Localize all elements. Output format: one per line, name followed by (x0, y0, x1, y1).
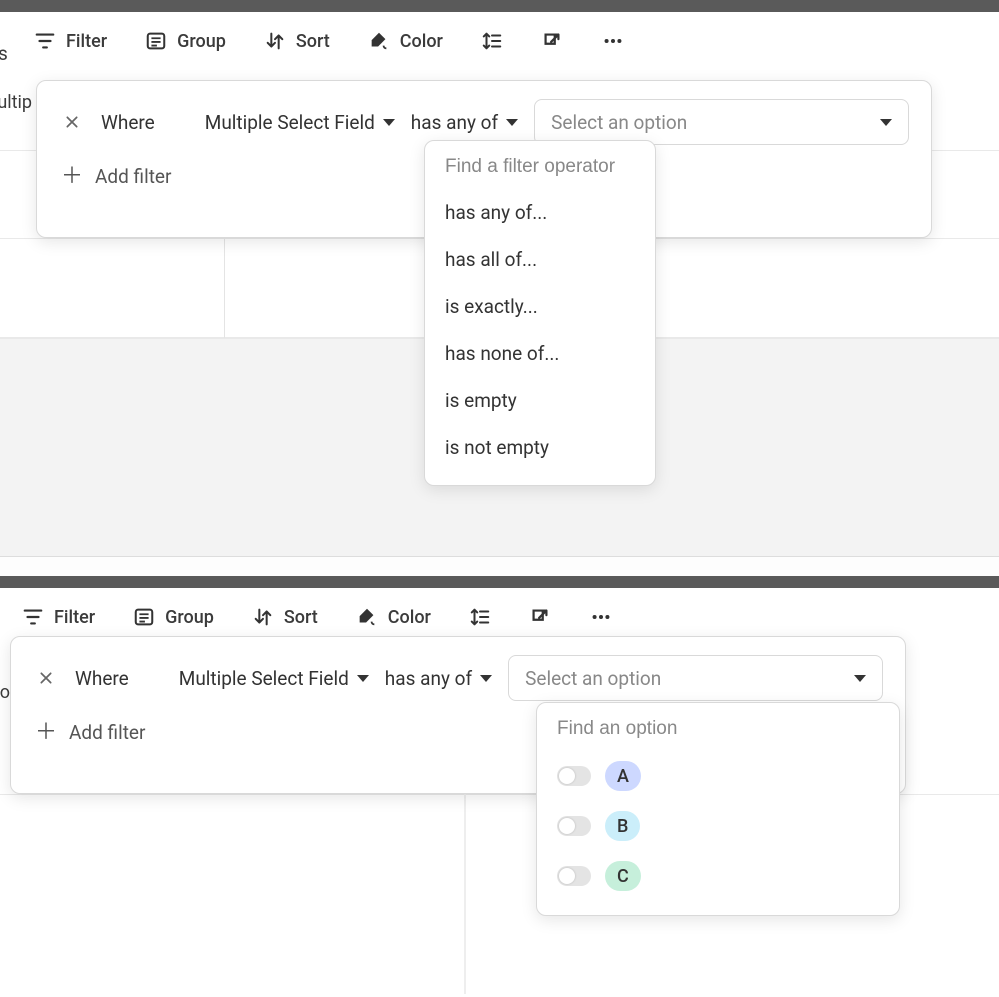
operator-search[interactable] (425, 151, 655, 189)
row-height-icon (469, 606, 491, 628)
sort-icon (252, 606, 274, 628)
color-icon (356, 606, 378, 628)
remove-filter-button[interactable] (59, 109, 85, 135)
filter-operator-value: has any of (385, 667, 472, 690)
sort-icon (264, 30, 286, 52)
filter-field-value: Multiple Select Field (179, 667, 349, 690)
filter-condition-row: Where Multiple Select Field has any of S… (11, 637, 905, 707)
group-tool[interactable]: Group (133, 606, 214, 628)
operator-option[interactable]: has all of... (425, 236, 655, 283)
operator-dropdown-menu: has any of... has all of... is exactly..… (424, 140, 656, 486)
option-toggle[interactable] (557, 866, 591, 886)
group-label: Group (165, 607, 214, 628)
filter-label: Filter (54, 607, 95, 628)
share-view-tool[interactable] (541, 30, 563, 52)
window-titlebar (0, 0, 999, 12)
option-search-input[interactable] (555, 717, 881, 741)
more-icon (601, 30, 625, 52)
truncated-left-text: s (0, 42, 8, 65)
group-icon (145, 30, 167, 52)
operator-option[interactable]: is exactly... (425, 283, 655, 330)
filter-tool[interactable]: Filter (34, 30, 107, 52)
example-options-dropdown: Filter Group Sort Color o (0, 556, 999, 997)
filter-operator-value: has any of (411, 111, 498, 134)
row-height-tool[interactable] (469, 606, 491, 628)
close-icon (38, 670, 54, 686)
add-filter-label: Add filter (95, 165, 171, 188)
filter-field-value: Multiple Select Field (205, 111, 375, 134)
filter-icon (34, 30, 56, 52)
filter-operator-dropdown[interactable]: has any of (411, 111, 518, 134)
option-row[interactable]: B (537, 801, 899, 851)
add-filter-label: Add filter (69, 721, 145, 744)
filter-operator-dropdown[interactable]: has any of (385, 667, 492, 690)
operator-option[interactable]: is empty (425, 377, 655, 424)
more-tool[interactable] (601, 30, 625, 52)
example-operator-dropdown: s Filter Group Sort Color (0, 0, 999, 556)
sort-tool[interactable]: Sort (252, 606, 318, 628)
operator-option[interactable]: has any of... (425, 189, 655, 236)
where-label: Where (75, 667, 129, 690)
group-icon (133, 606, 155, 628)
filter-value-dropdown[interactable]: Select an option (508, 655, 883, 701)
filter-icon (22, 606, 44, 628)
option-row[interactable]: C (537, 851, 899, 901)
option-pill: B (605, 811, 640, 841)
remove-filter-button[interactable] (33, 665, 59, 691)
sort-label: Sort (296, 31, 330, 52)
color-tool[interactable]: Color (368, 30, 443, 52)
sort-tool[interactable]: Sort (264, 30, 330, 52)
option-toggle[interactable] (557, 816, 591, 836)
caret-down-icon (880, 119, 892, 126)
operator-search-input[interactable] (443, 155, 637, 179)
filter-value-dropdown[interactable]: Select an option (534, 99, 909, 145)
sort-label: Sort (284, 607, 318, 628)
share-icon (541, 30, 563, 52)
share-icon (529, 606, 551, 628)
option-pill: A (605, 761, 641, 791)
truncated-column-text: ultip (0, 92, 32, 113)
view-toolbar: s Filter Group Sort Color (0, 12, 999, 72)
where-label: Where (101, 111, 155, 134)
option-row[interactable]: A (537, 751, 899, 801)
caret-down-icon (480, 675, 492, 682)
caret-down-icon (383, 119, 395, 126)
caret-down-icon (357, 675, 369, 682)
color-icon (368, 30, 390, 52)
truncated-column-text: o (0, 682, 10, 703)
options-dropdown-menu: A B C (536, 702, 900, 916)
more-icon (589, 606, 613, 628)
plus-icon: ＋ (35, 722, 57, 744)
filter-field-dropdown[interactable]: Multiple Select Field (205, 111, 395, 134)
caret-down-icon (506, 119, 518, 126)
more-tool[interactable] (589, 606, 613, 628)
filter-field-dropdown[interactable]: Multiple Select Field (179, 667, 369, 690)
color-label: Color (400, 31, 443, 52)
group-tool[interactable]: Group (145, 30, 226, 52)
share-view-tool[interactable] (529, 606, 551, 628)
plus-icon: ＋ (61, 166, 83, 188)
operator-option[interactable]: has none of... (425, 330, 655, 377)
row-height-tool[interactable] (481, 30, 503, 52)
option-search[interactable] (537, 713, 899, 751)
option-toggle[interactable] (557, 766, 591, 786)
row-height-icon (481, 30, 503, 52)
close-icon (64, 114, 80, 130)
color-tool[interactable]: Color (356, 606, 431, 628)
filter-value-placeholder: Select an option (551, 111, 687, 134)
group-label: Group (177, 31, 226, 52)
column-divider (464, 794, 466, 994)
operator-option[interactable]: is not empty (425, 424, 655, 471)
window-titlebar (0, 576, 999, 588)
caret-down-icon (854, 675, 866, 682)
option-pill: C (605, 861, 641, 891)
filter-label: Filter (66, 31, 107, 52)
filter-tool[interactable]: Filter (22, 606, 95, 628)
filter-value-placeholder: Select an option (525, 667, 661, 690)
color-label: Color (388, 607, 431, 628)
section-divider (0, 556, 999, 576)
